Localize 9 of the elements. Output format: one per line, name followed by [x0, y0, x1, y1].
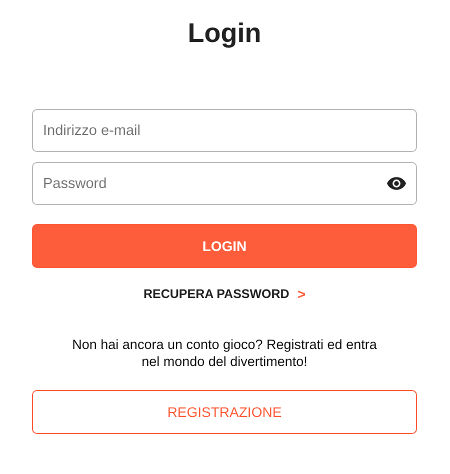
eye-icon[interactable] [387, 177, 406, 190]
email-field[interactable]: Indirizzo e-mail [32, 109, 417, 152]
password-field[interactable]: Password [32, 162, 417, 205]
chevron-icon[interactable]: > [297, 286, 306, 302]
page-title: Login [186, 17, 262, 50]
register-button[interactable]: REGISTRAZIONE [32, 390, 417, 434]
recover-password-link[interactable]: RECUPERA PASSWORD [143, 287, 290, 301]
login-button[interactable]: LOGIN [32, 224, 417, 268]
signup-prompt: Non hai ancora un conto gioco? Registrati ed entra nel mondo del divertimento! [71, 336, 378, 370]
